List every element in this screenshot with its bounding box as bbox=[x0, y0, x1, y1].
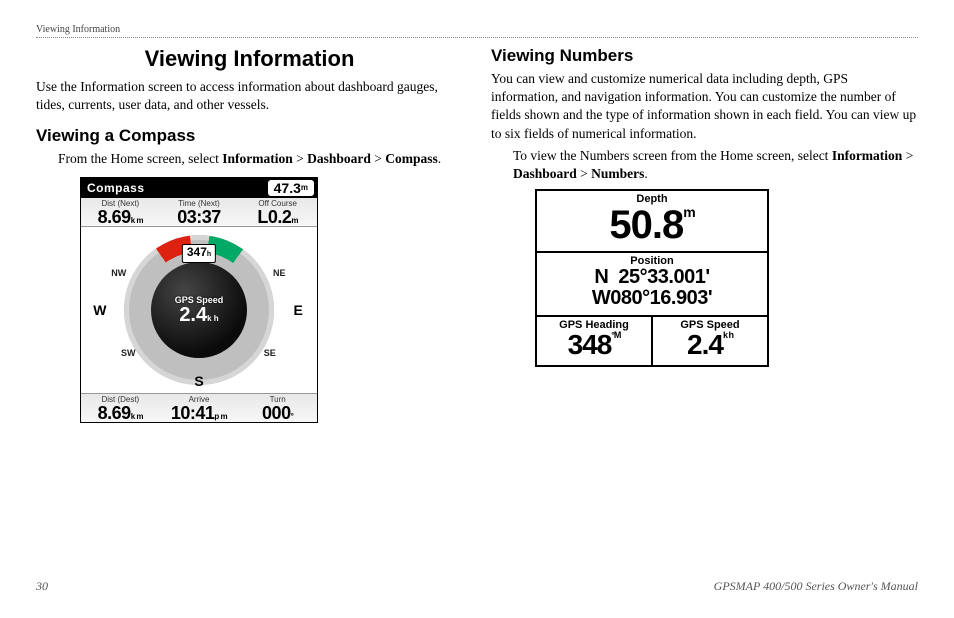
gps-heading-value: 348 bbox=[568, 329, 612, 360]
time-next-value: 03:37 bbox=[160, 208, 239, 226]
numbers-screenshot: Depth 50.8m Position N 25°33.001' W080°1… bbox=[535, 189, 769, 367]
dist-next-cell: Dist (Next) 8.69k m bbox=[81, 198, 160, 226]
running-header: Viewing Information bbox=[36, 24, 918, 35]
compass-bar-label: Compass bbox=[81, 181, 151, 195]
time-next-cell: Time (Next) 03:37 bbox=[160, 198, 239, 226]
dist-dest-value: 8.69 bbox=[98, 403, 131, 423]
depth-cell: Depth 50.8m bbox=[537, 191, 767, 253]
nav-period: . bbox=[438, 151, 441, 166]
nav-numbers: Numbers bbox=[591, 166, 644, 181]
dir-nw: NW bbox=[111, 268, 126, 278]
compass-title-bar: Compass 47.3m bbox=[81, 178, 317, 198]
page-number: 30 bbox=[36, 579, 48, 594]
left-column: Viewing Information Use the Information … bbox=[36, 44, 463, 423]
header-rule bbox=[36, 37, 918, 38]
page-title: Viewing Information bbox=[36, 46, 463, 72]
turn-cell: Turn 000° bbox=[238, 394, 317, 422]
nav-sep: > bbox=[371, 151, 385, 166]
gps-speed-cell: GPS Speed 2.4k h bbox=[653, 317, 767, 365]
compass-center: GPS Speed 2.4k h bbox=[151, 262, 247, 358]
dist-next-value: 8.69 bbox=[98, 207, 131, 227]
dist-dest-cell: Dist (Dest) 8.69k m bbox=[81, 394, 160, 422]
off-course-cell: Off Course L0.2m bbox=[238, 198, 317, 226]
compass-screenshot: Compass 47.3m Dist (Next) 8.69k m Time (… bbox=[80, 177, 318, 423]
nav-dashboard: Dashboard bbox=[307, 151, 371, 166]
position-line1: N 25°33.001' bbox=[543, 267, 761, 288]
intro-paragraph: Use the Information screen to access inf… bbox=[36, 78, 463, 114]
compass-nav-path: From the Home screen, select Information… bbox=[58, 150, 463, 168]
gps-heading-cell: GPS Heading 348°M bbox=[537, 317, 653, 365]
position-cell: Position N 25°33.001' W080°16.903' bbox=[537, 253, 767, 317]
nav-sep: > bbox=[293, 151, 307, 166]
arrive-value: 10:41 bbox=[171, 403, 215, 423]
right-column: Viewing Numbers You can view and customi… bbox=[491, 44, 918, 423]
heading-viewing-numbers: Viewing Numbers bbox=[491, 46, 918, 66]
heading-box: 347h bbox=[182, 244, 216, 263]
compass-bar-value: 47.3m bbox=[268, 180, 314, 196]
manual-title: GPSMAP 400/500 Series Owner's Manual bbox=[714, 579, 918, 594]
nav-information: Information bbox=[832, 148, 903, 163]
nav-compass: Compass bbox=[385, 151, 438, 166]
dir-s: S bbox=[194, 373, 203, 389]
nav-period: . bbox=[644, 166, 647, 181]
dir-ne: NE bbox=[273, 268, 286, 278]
arrive-cell: Arrive 10:41p m bbox=[160, 394, 239, 422]
center-value: 2.4 bbox=[179, 304, 207, 326]
bottom-row: GPS Heading 348°M GPS Speed 2.4k h bbox=[537, 317, 767, 365]
gps-speed-value: 2.4 bbox=[687, 329, 723, 360]
turn-value: 000 bbox=[262, 403, 291, 423]
numbers-nav-path: To view the Numbers screen from the Home… bbox=[513, 147, 918, 183]
nav-information: Information bbox=[222, 151, 293, 166]
nav-sep: > bbox=[577, 166, 591, 181]
dir-w: W bbox=[93, 302, 106, 318]
nav-prefix: From the Home screen, select bbox=[58, 151, 222, 166]
dir-sw: SW bbox=[121, 348, 136, 358]
dir-se: SE bbox=[264, 348, 276, 358]
page-footer: 30 GPSMAP 400/500 Series Owner's Manual bbox=[36, 579, 918, 594]
compass-bottom-row: Dist (Dest) 8.69k m Arrive 10:41p m Turn… bbox=[81, 393, 317, 422]
off-course-value: L0.2 bbox=[257, 207, 291, 227]
depth-value: 50.8 bbox=[609, 203, 683, 247]
position-line2: W080°16.903' bbox=[543, 288, 761, 309]
nav-prefix: To view the Numbers screen from the Home… bbox=[513, 148, 832, 163]
dir-e: E bbox=[293, 302, 302, 318]
compass-top-row: Dist (Next) 8.69k m Time (Next) 03:37 Of… bbox=[81, 198, 317, 227]
nav-sep: > bbox=[902, 148, 913, 163]
numbers-intro: You can view and customize numerical dat… bbox=[491, 70, 918, 143]
compass-dial-area: 347h GPS Speed 2.4k h N NE E SE S SW W N… bbox=[81, 227, 317, 393]
heading-viewing-compass: Viewing a Compass bbox=[36, 126, 463, 146]
nav-dashboard: Dashboard bbox=[513, 166, 577, 181]
